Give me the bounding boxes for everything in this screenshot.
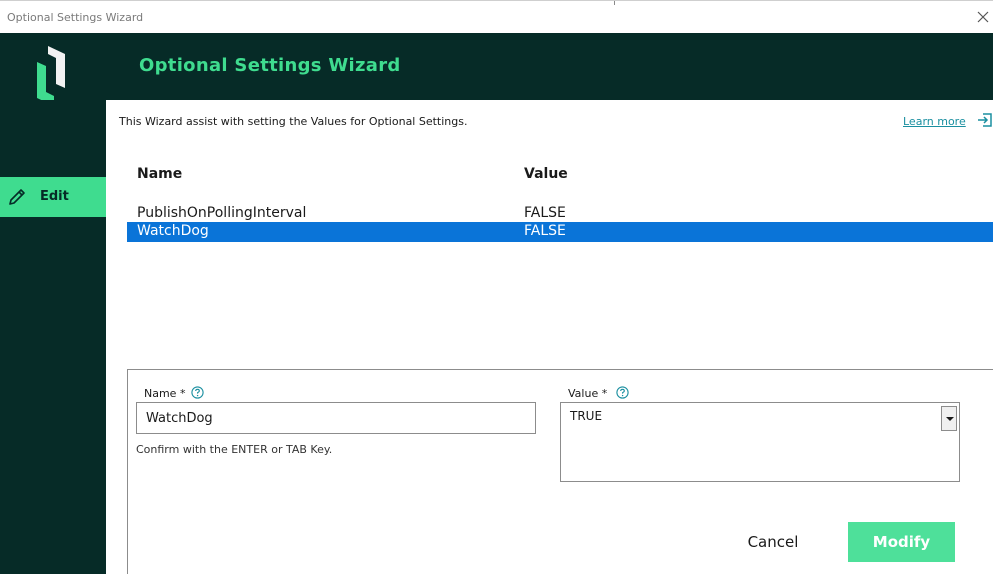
app-header: Optional Settings Wizard <box>0 33 993 100</box>
input-hint: Confirm with the ENTER or TAB Key. <box>136 443 333 456</box>
open-external-icon[interactable] <box>976 112 993 128</box>
sidebar <box>0 100 106 574</box>
value-field-label: Value * <box>568 387 608 400</box>
cancel-button[interactable]: Cancel <box>730 522 816 562</box>
column-header-value: Value <box>524 166 568 182</box>
window-title: Optional Settings Wizard <box>7 11 144 24</box>
titlebar-divider <box>614 1 615 5</box>
table-row-selected[interactable]: WatchDog FALSE <box>127 222 993 242</box>
value-select-current: TRUE <box>570 409 603 423</box>
sidebar-item-label: Edit <box>40 189 69 204</box>
help-circle-icon[interactable] <box>191 386 204 399</box>
close-icon[interactable] <box>973 7 993 27</box>
value-select[interactable]: TRUE <box>560 402 960 482</box>
modify-button[interactable]: Modify <box>848 522 955 562</box>
sidebar-item-edit[interactable]: Edit <box>0 177 106 217</box>
chevron-down-icon <box>946 417 954 421</box>
row-value: FALSE <box>524 223 566 239</box>
learn-more-link[interactable]: Learn more <box>903 115 966 128</box>
pencil-icon <box>9 189 25 205</box>
window-titlebar: Optional Settings Wizard <box>0 0 993 33</box>
row-name: PublishOnPollingInterval <box>137 205 307 221</box>
row-name: WatchDog <box>137 223 209 239</box>
name-field-label: Name * <box>144 387 186 400</box>
page-title: Optional Settings Wizard <box>139 55 401 76</box>
column-header-name: Name <box>137 166 183 182</box>
row-value: FALSE <box>524 205 566 221</box>
dropdown-button[interactable] <box>941 406 957 431</box>
help-circle-icon[interactable] <box>616 386 629 399</box>
name-input[interactable] <box>136 402 536 434</box>
table-row[interactable]: PublishOnPollingInterval FALSE <box>127 204 993 224</box>
brand-logo-icon <box>37 46 65 106</box>
intro-text: This Wizard assist with setting the Valu… <box>119 115 468 128</box>
